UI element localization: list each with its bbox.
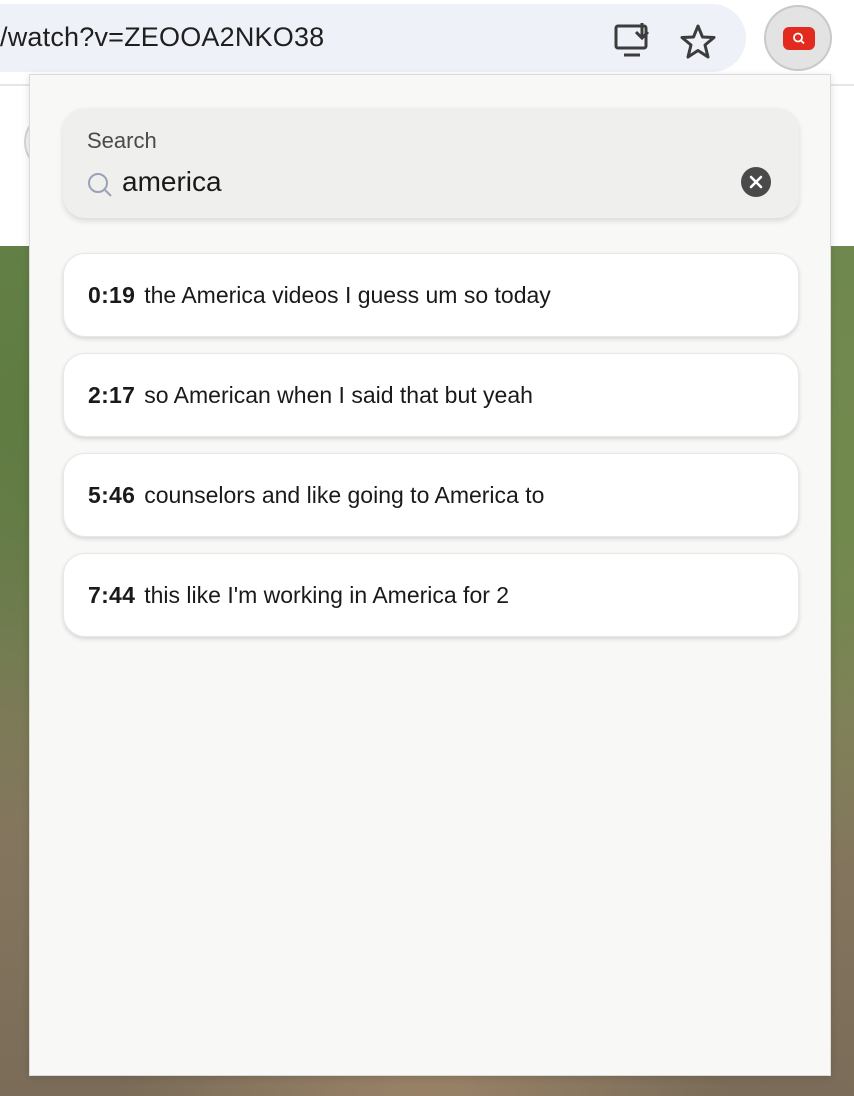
clear-search-button[interactable] — [741, 167, 771, 197]
address-bar[interactable]: /watch?v=ZEOOA2NKO38 — [0, 4, 746, 72]
search-box: Search — [63, 108, 799, 218]
result-text: the America videos I guess um so today — [144, 281, 551, 308]
extension-popup: Search 0:19 the America videos I guess u… — [29, 74, 831, 1076]
search-input[interactable] — [122, 162, 722, 202]
result-item[interactable]: 7:44 this like I'm working in America fo… — [63, 553, 799, 637]
close-icon — [749, 175, 763, 189]
results-list: 0:19 the America videos I guess um so to… — [63, 253, 799, 653]
search-label: Search — [87, 128, 157, 153]
result-item[interactable]: 2:17 so American when I said that but ye… — [63, 353, 799, 437]
result-timestamp: 0:19 — [88, 281, 136, 308]
result-text: this like I'm working in America for 2 — [144, 581, 510, 608]
url-text[interactable]: /watch?v=ZEOOA2NKO38 — [0, 22, 324, 53]
result-timestamp: 7:44 — [88, 581, 136, 608]
extension-icon — [783, 27, 815, 50]
result-timestamp: 5:46 — [88, 481, 136, 508]
result-text: counselors and like going to America to — [144, 481, 545, 508]
star-icon[interactable] — [678, 22, 718, 62]
install-icon[interactable] — [614, 23, 654, 59]
result-item[interactable]: 0:19 the America videos I guess um so to… — [63, 253, 799, 337]
search-icon — [87, 172, 113, 198]
result-text: so American when I said that but yeah — [144, 381, 533, 408]
extension-button[interactable] — [764, 5, 832, 71]
result-timestamp: 2:17 — [88, 381, 136, 408]
result-item[interactable]: 5:46 counselors and like going to Americ… — [63, 453, 799, 537]
